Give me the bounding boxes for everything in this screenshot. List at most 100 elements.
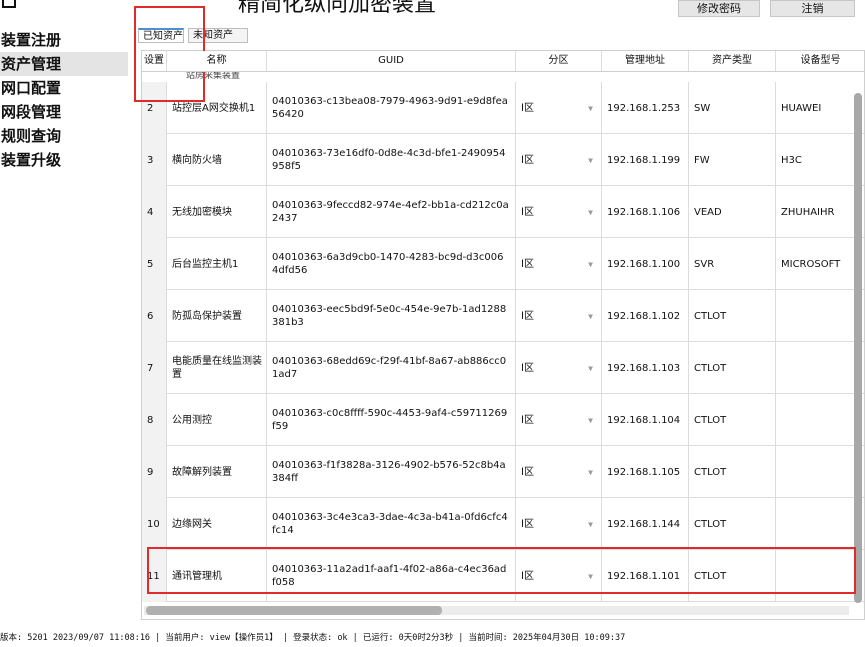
cell-name: 横向防火墙 xyxy=(167,134,267,186)
zone-value: Ⅰ区 xyxy=(521,258,534,270)
dropdown-arrow-icon[interactable]: ▼ xyxy=(588,518,593,531)
table-row[interactable]: 5 后台监控主机1 04010363-6a3d9cb0-1470-4283-bc9d… xyxy=(142,238,864,290)
dropdown-arrow-icon[interactable]: ▼ xyxy=(588,414,593,427)
zone-dropdown[interactable]: Ⅰ区 ▼ xyxy=(516,498,602,550)
zone-dropdown[interactable]: Ⅰ区 ▼ xyxy=(516,186,602,238)
sidebar-item-rule-query[interactable]: 规则查询 xyxy=(0,124,130,148)
column-header-guid[interactable]: GUID xyxy=(267,51,516,71)
cell-row-number: 9 xyxy=(142,446,167,498)
sidebar-nav: 装置注册 资产管理 网口配置 网段管理 规则查询 装置升级 xyxy=(0,28,130,172)
cell-model xyxy=(776,446,864,498)
tab-known-assets[interactable]: 已知资产 xyxy=(138,28,184,43)
sidebar-item-asset-management[interactable]: 资产管理 xyxy=(0,52,128,76)
cell-row-number: 5 xyxy=(142,238,167,290)
cell-model xyxy=(776,550,864,602)
cell-name: 通讯管理机 xyxy=(167,550,267,602)
cell-row-number: 7 xyxy=(142,342,167,394)
zone-value: Ⅰ区 xyxy=(521,518,534,530)
sidebar-item-port-config[interactable]: 网口配置 xyxy=(0,76,130,100)
dropdown-arrow-icon[interactable]: ▼ xyxy=(588,310,593,323)
cell-model xyxy=(776,342,864,394)
logout-button[interactable]: 注销 xyxy=(770,0,855,17)
zone-dropdown[interactable]: Ⅰ区 ▼ xyxy=(516,134,602,186)
cell-address: 192.168.1.100 xyxy=(602,238,689,290)
sidebar-item-segment-management[interactable]: 网段管理 xyxy=(0,100,130,124)
cell-row-number: 2 xyxy=(142,82,167,134)
cell-address: 192.168.1.144 xyxy=(602,498,689,550)
cell-row-number: 11 xyxy=(142,550,167,602)
cell-address: 192.168.1.199 xyxy=(602,134,689,186)
cell-guid: 04010363-9feccd82-974e-4ef2-bb1a-cd212c0… xyxy=(267,186,516,238)
cell-asset-type: VEAD xyxy=(689,186,776,238)
cell-asset-type: SVR xyxy=(689,238,776,290)
zone-dropdown[interactable]: Ⅰ区 ▼ xyxy=(516,550,602,602)
dropdown-arrow-icon[interactable]: ▼ xyxy=(588,102,593,115)
sidebar-item-device-register[interactable]: 装置注册 xyxy=(0,28,130,52)
cell-model xyxy=(776,394,864,446)
cell-model: H3C xyxy=(776,134,864,186)
cell-address: 192.168.1.104 xyxy=(602,394,689,446)
vertical-scrollbar[interactable] xyxy=(854,93,862,603)
cell-asset-type: CTLOT xyxy=(689,394,776,446)
column-header-zone[interactable]: 分区 xyxy=(516,51,602,71)
cell-asset-type: FW xyxy=(689,134,776,186)
cell-model xyxy=(776,290,864,342)
sidebar-item-device-upgrade[interactable]: 装置升级 xyxy=(0,148,130,172)
cell-model xyxy=(776,498,864,550)
cell-guid: 04010363-73e16df0-0d8e-4c3d-bfe1-2490954… xyxy=(267,134,516,186)
cell-model: ZHUHAIHR xyxy=(776,186,864,238)
table-row[interactable]: 6 防孤岛保护装置 04010363-eec5bd9f-5e0c-454e-9e7b… xyxy=(142,290,864,342)
cell-guid: 04010363-11a2ad1f-aaf1-4f02-a86a-c4ec36a… xyxy=(267,550,516,602)
dropdown-arrow-icon[interactable]: ▼ xyxy=(588,154,593,167)
zone-dropdown[interactable]: Ⅰ区 ▼ xyxy=(516,82,602,134)
table-row[interactable]: 8 公用测控 04010363-c0c8ffff-590c-4453-9af4-c5… xyxy=(142,394,864,446)
horizontal-scroll-thumb[interactable] xyxy=(146,606,442,615)
cell-address: 192.168.1.101 xyxy=(602,550,689,602)
dropdown-arrow-icon[interactable]: ▼ xyxy=(588,258,593,271)
cell-address: 192.168.1.106 xyxy=(602,186,689,238)
cell-asset-type: CTLOT xyxy=(689,290,776,342)
zone-value: Ⅰ区 xyxy=(521,570,534,582)
cell-address: 192.168.1.102 xyxy=(602,290,689,342)
zone-value: Ⅰ区 xyxy=(521,414,534,426)
dropdown-arrow-icon[interactable]: ▼ xyxy=(588,362,593,375)
table-row[interactable]: 3 横向防火墙 04010363-73e16df0-0d8e-4c3d-bfe1-2… xyxy=(142,134,864,186)
tab-unknown-assets[interactable]: 未知资产 xyxy=(188,28,248,43)
dropdown-arrow-icon[interactable]: ▼ xyxy=(588,206,593,219)
column-header-asset-type[interactable]: 资产类型 xyxy=(689,51,776,71)
table-row[interactable]: 2 站控层A网交换机1 04010363-c13bea08-7979-4963-9d… xyxy=(142,82,864,134)
zone-dropdown[interactable]: Ⅰ区 ▼ xyxy=(516,342,602,394)
zone-value: Ⅰ区 xyxy=(521,102,534,114)
cell-name: 无线加密模块 xyxy=(167,186,267,238)
cell-row-number: 6 xyxy=(142,290,167,342)
cell-asset-type: CTLOT xyxy=(689,498,776,550)
table-row[interactable]: 4 无线加密模块 04010363-9feccd82-974e-4ef2-bb1a-… xyxy=(142,186,864,238)
dropdown-arrow-icon[interactable]: ▼ xyxy=(588,570,593,583)
cell-model: HUAWEI xyxy=(776,82,864,134)
cell-asset-type: CTLOT xyxy=(689,550,776,602)
cell-name: 边缘网关 xyxy=(167,498,267,550)
column-header-name[interactable]: 名称 xyxy=(167,51,267,71)
table-row[interactable]: 9 故障解列装置 04010363-f1f3828a-3126-4902-b576-… xyxy=(142,446,864,498)
table-row[interactable]: 11 通讯管理机 04010363-11a2ad1f-aaf1-4f02-a86a-… xyxy=(142,550,864,602)
table-row[interactable]: 7 电能质量在线监测装置 04010363-68edd69c-f29f-41bf-8… xyxy=(142,342,864,394)
zone-dropdown[interactable]: Ⅰ区 ▼ xyxy=(516,290,602,342)
column-header-setting[interactable]: 设置 xyxy=(142,51,167,71)
cell-model: MICROSOFT xyxy=(776,238,864,290)
zone-dropdown[interactable]: Ⅰ区 ▼ xyxy=(516,238,602,290)
table-row[interactable]: 10 边缘网关 04010363-3c4e3ca3-3dae-4c3a-b41a-0… xyxy=(142,498,864,550)
zone-value: Ⅰ区 xyxy=(521,466,534,478)
change-password-button[interactable]: 修改密码 xyxy=(678,0,760,17)
cell-guid: 04010363-f1f3828a-3126-4902-b576-52c8b4a… xyxy=(267,446,516,498)
dropdown-arrow-icon[interactable]: ▼ xyxy=(588,466,593,479)
column-header-model[interactable]: 设备型号 xyxy=(776,51,864,71)
cell-guid: 04010363-6a3d9cb0-1470-4283-bc9d-d3c0064… xyxy=(267,238,516,290)
cell-guid: 04010363-c0c8ffff-590c-4453-9af4-c597112… xyxy=(267,394,516,446)
asset-table: 站房采集装置 2 站控层A网交换机1 04010363-c13bea08-7979-… xyxy=(141,50,865,620)
column-header-address[interactable]: 管理地址 xyxy=(602,51,689,71)
cell-address: 192.168.1.253 xyxy=(602,82,689,134)
cell-name: 公用测控 xyxy=(167,394,267,446)
zone-dropdown[interactable]: Ⅰ区 ▼ xyxy=(516,394,602,446)
zone-dropdown[interactable]: Ⅰ区 ▼ xyxy=(516,446,602,498)
cell-guid: 04010363-eec5bd9f-5e0c-454e-9e7b-1ad1288… xyxy=(267,290,516,342)
